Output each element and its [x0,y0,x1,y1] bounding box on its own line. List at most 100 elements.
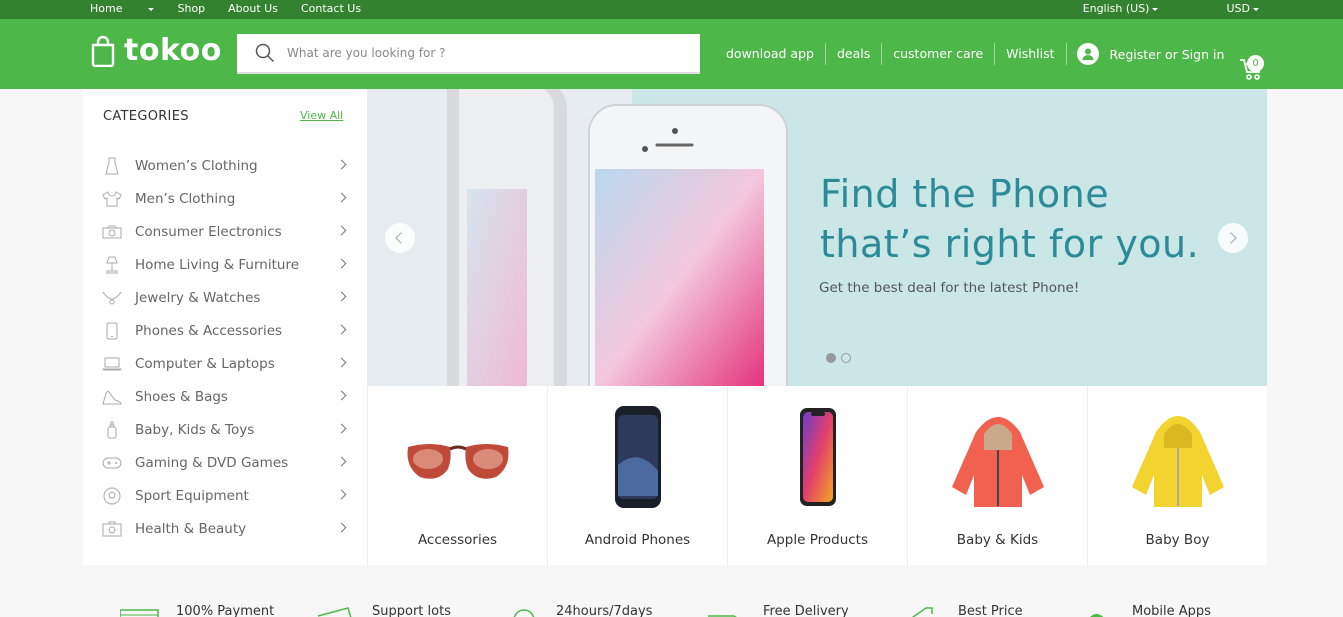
headline-line-1: Find the Phone [820,172,1110,216]
category-item[interactable]: Shoes & Bags [101,380,349,413]
hero-banner: Find the Phone that’s right for you. Get… [367,89,1267,386]
iphone-image [758,402,878,512]
banner-subtitle: Get the best deal for the latest Phone! [819,280,1080,296]
currency-select[interactable]: USD [1192,2,1259,15]
ball-icon [101,487,123,505]
language-label: English (US) [1082,2,1150,15]
category-item[interactable]: Computer & Laptops [101,347,349,380]
main-header: tokoo download app deals customer care W… [0,19,1343,89]
category-item[interactable]: Baby, Kids & Toys [101,413,349,446]
nav-home[interactable]: Home [90,2,155,15]
health-icon [101,520,123,538]
chevron-right-icon [336,258,347,269]
tile-android-phones[interactable]: Android Phones [547,386,727,565]
slide-dot-1[interactable] [826,353,836,363]
category-item[interactable]: Consumer Electronics [101,215,349,248]
chevron-right-icon [336,423,347,434]
category-label: Women’s Clothing [135,157,258,174]
download-app-link[interactable]: download app [715,43,826,65]
necklace-icon [101,289,123,307]
feature-label: 24hours/7days [556,604,653,617]
category-item[interactable]: Phones & Accessories [101,314,349,347]
category-item[interactable]: Gaming & DVD Games [101,446,349,479]
bottle-icon [101,421,123,439]
account-link[interactable]: Register or Sign in [1067,43,1225,65]
cart-count-badge: 0 [1247,55,1264,72]
banner-headline: Find the Phone that’s right for you. [820,169,1199,269]
feature-item: Best Price [902,604,1023,617]
next-slide-button[interactable] [1218,223,1248,253]
tile-baby-boy[interactable]: Baby Boy [1087,386,1267,565]
feature-label: 100% Payment [176,604,275,617]
chevron-right-icon [336,225,347,236]
logo[interactable]: tokoo [90,33,222,68]
cards-icon [317,607,352,617]
account-label: Register or Sign in [1109,46,1225,62]
nav-about[interactable]: About Us [228,2,278,15]
feature-label: Mobile Apps [1132,604,1211,617]
tile-baby-kids[interactable]: Baby & Kids [907,386,1087,565]
category-label: Gaming & DVD Games [135,454,289,471]
tile-accessories[interactable]: Accessories [367,386,547,565]
prev-slide-button[interactable] [385,223,415,253]
chevron-right-icon [336,357,347,368]
user-icon [1076,43,1099,65]
category-item[interactable]: Men’s Clothing [101,182,349,215]
main-content: CATEGORIES View All Women’s Clothing Men… [83,89,1267,565]
tile-label: Baby Boy [1145,532,1210,548]
feature-label: Best Price [958,604,1023,617]
features-strip: 100% Payment Support lots 24hours/7days … [0,600,1343,617]
tile-label: Accessories [417,532,498,548]
slider-dots [826,353,851,363]
chevron-down-icon [1152,7,1159,11]
view-all-link[interactable]: View All [300,109,343,122]
slide-dot-2[interactable] [841,353,851,363]
category-label: Phones & Accessories [135,322,283,339]
category-label: Health & Beauty [135,520,247,537]
dress-icon [101,157,123,175]
header-links: download app deals customer care Wishlis… [715,43,1224,65]
android-icon [1090,614,1104,617]
chevron-right-icon [336,192,347,203]
headline-line-2: that’s right for you. [820,222,1200,266]
category-label: Shoes & Bags [135,388,228,405]
category-label: Consumer Electronics [135,223,282,240]
chevron-down-icon [148,7,155,11]
camera-icon [101,223,123,241]
feature-label: Support lots [372,604,451,617]
shoe-icon [101,388,123,406]
feature-item: 24hours/7days [510,604,652,617]
tile-apple-products[interactable]: Apple Products [727,386,907,565]
sunglasses-image [398,402,518,512]
truck-icon [708,615,737,617]
search-icon[interactable] [255,43,275,63]
category-label: Men’s Clothing [135,190,236,207]
customer-care-link[interactable]: customer care [882,43,996,65]
chevron-right-icon [336,522,347,533]
laptop-icon [101,355,123,373]
feature-item: Free Delivery [707,604,849,617]
support-icon [513,609,535,617]
wishlist-link[interactable]: Wishlist [995,43,1067,65]
nav-shop[interactable]: Shop [177,2,205,15]
yellow-jacket-image [1118,402,1238,512]
logo-text: tokoo [124,33,222,68]
tshirt-icon [101,190,123,208]
category-item[interactable]: Home Living & Furniture [101,248,349,281]
language-select[interactable]: English (US) [1049,2,1159,15]
deals-link[interactable]: deals [826,43,883,65]
categories-sidebar: CATEGORIES View All Women’s Clothing Men… [83,89,367,565]
category-item[interactable]: Women’s Clothing [101,149,349,182]
categories-title: CATEGORIES [103,109,189,124]
feature-item: Support lots [316,604,451,617]
category-item[interactable]: Sport Equipment [101,479,349,512]
feature-item: Mobile Apps [1084,604,1211,617]
nav-contact[interactable]: Contact Us [301,2,361,15]
category-label: Computer & Laptops [135,355,275,372]
category-item[interactable]: Jewelry & Watches [101,281,349,314]
search-input[interactable] [287,46,667,60]
top-bar: Home Shop About Us Contact Us English (U… [0,0,1343,19]
gamepad-icon [101,454,123,472]
category-item[interactable]: Health & Beauty [101,512,349,545]
android-phone-image [578,402,698,512]
